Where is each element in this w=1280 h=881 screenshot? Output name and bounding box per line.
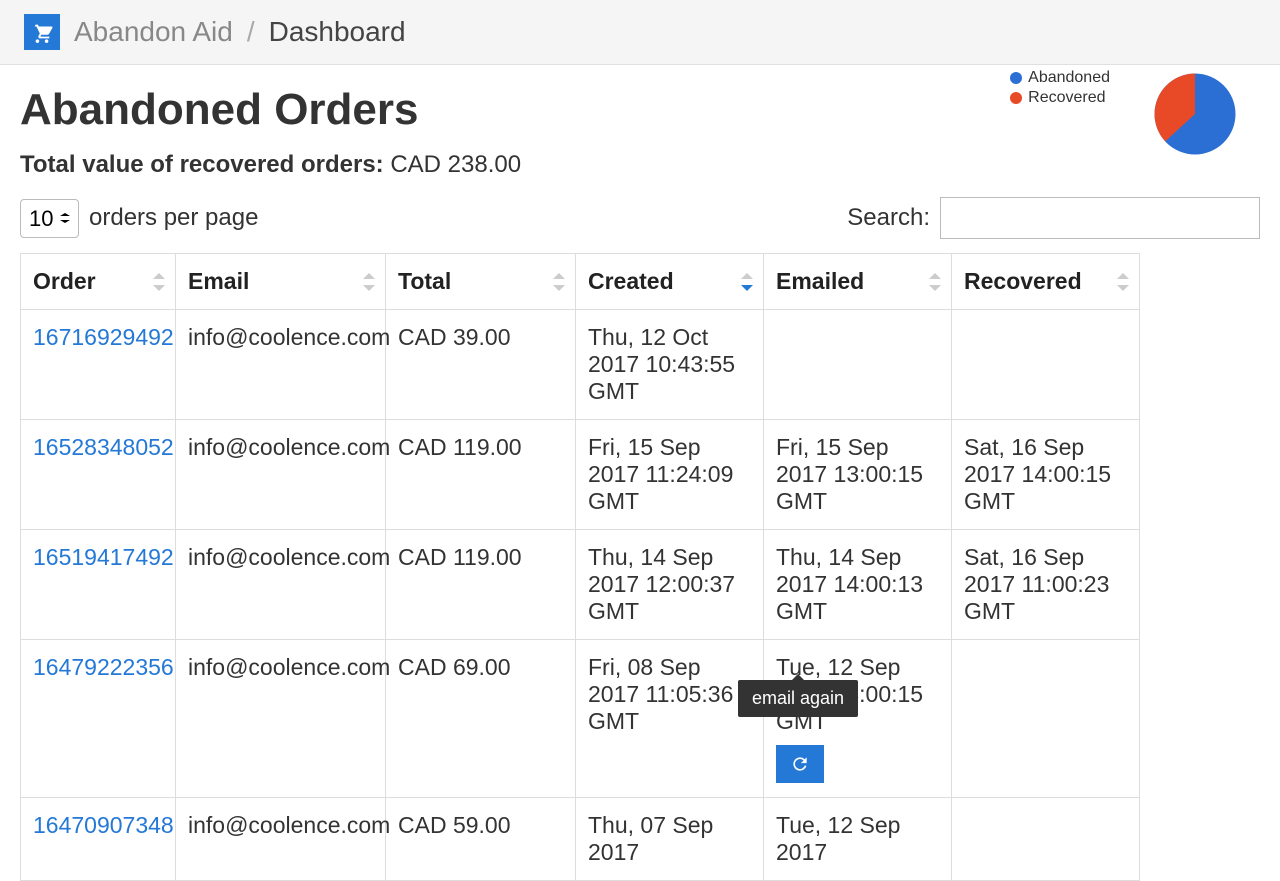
- table-row: 16528348052info@coolence.comCAD 119.00Fr…: [21, 420, 1140, 530]
- sort-icon: [1117, 273, 1129, 291]
- cell-created: Thu, 14 Sep 2017 12:00:37 GMT: [576, 530, 764, 640]
- order-link[interactable]: 16528348052: [33, 434, 174, 460]
- cell-emailed: Fri, 15 Sep 2017 13:00:15 GMT: [764, 420, 952, 530]
- cell-email: info@coolence.com: [176, 530, 386, 640]
- order-link[interactable]: 16479222356: [33, 654, 174, 680]
- cell-recovered: [952, 310, 1140, 420]
- col-created[interactable]: Created: [576, 254, 764, 310]
- table-row: 16479222356info@coolence.comCAD 69.00Fri…: [21, 640, 1140, 798]
- tooltip-email-again: email again: [738, 680, 858, 717]
- cart-icon: [24, 14, 60, 50]
- chart-area: Abandoned Recovered: [1010, 69, 1240, 159]
- legend-item-recovered: Recovered: [1010, 89, 1110, 107]
- breadcrumb: Abandon Aid / Dashboard: [0, 0, 1280, 65]
- cell-created: Thu, 07 Sep 2017: [576, 798, 764, 881]
- cell-email: info@coolence.com: [176, 420, 386, 530]
- cell-total: CAD 119.00: [386, 420, 576, 530]
- col-total[interactable]: Total: [386, 254, 576, 310]
- cell-created: Fri, 15 Sep 2017 11:24:09 GMT: [576, 420, 764, 530]
- cell-recovered: [952, 798, 1140, 881]
- search-input[interactable]: [940, 197, 1260, 239]
- cell-email: info@coolence.com: [176, 310, 386, 420]
- cell-email: info@coolence.com: [176, 798, 386, 881]
- sort-icon: [929, 273, 941, 291]
- breadcrumb-current: Dashboard: [269, 16, 406, 48]
- cell-recovered: Sat, 16 Sep 2017 14:00:15 GMT: [952, 420, 1140, 530]
- cell-total: CAD 59.00: [386, 798, 576, 881]
- per-page-select[interactable]: 10: [20, 199, 79, 238]
- legend-label: Recovered: [1028, 89, 1105, 107]
- cell-recovered: [952, 640, 1140, 798]
- cell-emailed: [764, 310, 952, 420]
- col-email[interactable]: Email: [176, 254, 386, 310]
- table-row: 16519417492info@coolence.comCAD 119.00Th…: [21, 530, 1140, 640]
- order-link[interactable]: 16519417492: [33, 544, 174, 570]
- table-row: 16716929492info@coolence.comCAD 39.00Thu…: [21, 310, 1140, 420]
- search-label: Search:: [847, 204, 930, 232]
- cell-emailed: Thu, 14 Sep 2017 14:00:13 GMT: [764, 530, 952, 640]
- cell-recovered: Sat, 16 Sep 2017 11:00:23 GMT: [952, 530, 1140, 640]
- legend-dot-abandoned: [1010, 72, 1022, 84]
- resend-email-button[interactable]: [776, 745, 824, 783]
- col-order[interactable]: Order: [21, 254, 176, 310]
- legend-dot-recovered: [1010, 92, 1022, 104]
- cell-total: CAD 69.00: [386, 640, 576, 798]
- orders-table: Order Email Total Created Emailed Recove…: [20, 253, 1140, 881]
- sort-icon: [553, 273, 565, 291]
- table-row: 16470907348info@coolence.comCAD 59.00Thu…: [21, 798, 1140, 881]
- cell-total: CAD 119.00: [386, 530, 576, 640]
- cell-created: Fri, 08 Sep 2017 11:05:36 GMT: [576, 640, 764, 798]
- sort-icon-active: [741, 273, 753, 291]
- cell-emailed: Tue, 12 Sep 2017: [764, 798, 952, 881]
- chart-legend: Abandoned Recovered: [1010, 69, 1110, 109]
- total-recovered-value: CAD 238.00: [390, 151, 521, 178]
- legend-label: Abandoned: [1028, 69, 1110, 87]
- cell-emailed: Tue, 12 Sep 2017 03:00:15 GMT: [764, 640, 952, 798]
- col-emailed[interactable]: Emailed: [764, 254, 952, 310]
- order-link[interactable]: 16470907348: [33, 812, 174, 838]
- col-recovered[interactable]: Recovered: [952, 254, 1140, 310]
- order-link[interactable]: 16716929492: [33, 324, 174, 350]
- cell-email: info@coolence.com: [176, 640, 386, 798]
- breadcrumb-separator: /: [247, 16, 255, 48]
- legend-item-abandoned: Abandoned: [1010, 69, 1110, 87]
- cell-total: CAD 39.00: [386, 310, 576, 420]
- sort-icon: [363, 273, 375, 291]
- app-name[interactable]: Abandon Aid: [74, 16, 233, 48]
- cell-created: Thu, 12 Oct 2017 10:43:55 GMT: [576, 310, 764, 420]
- total-recovered-label: Total value of recovered orders:: [20, 151, 384, 178]
- sort-icon: [153, 273, 165, 291]
- refresh-icon: [790, 754, 810, 774]
- per-page-label: orders per page: [89, 204, 258, 232]
- pie-chart: [1150, 69, 1240, 159]
